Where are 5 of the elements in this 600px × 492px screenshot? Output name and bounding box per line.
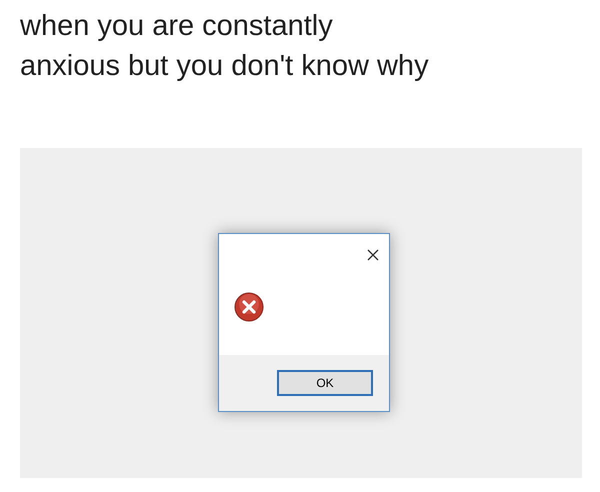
error-icon	[234, 292, 264, 322]
caption-text: when you are constantly	[20, 9, 333, 44]
ok-button[interactable]: OK	[277, 370, 373, 396]
caption-text: anxious but you don't know why	[20, 49, 429, 84]
close-icon[interactable]	[367, 249, 379, 261]
